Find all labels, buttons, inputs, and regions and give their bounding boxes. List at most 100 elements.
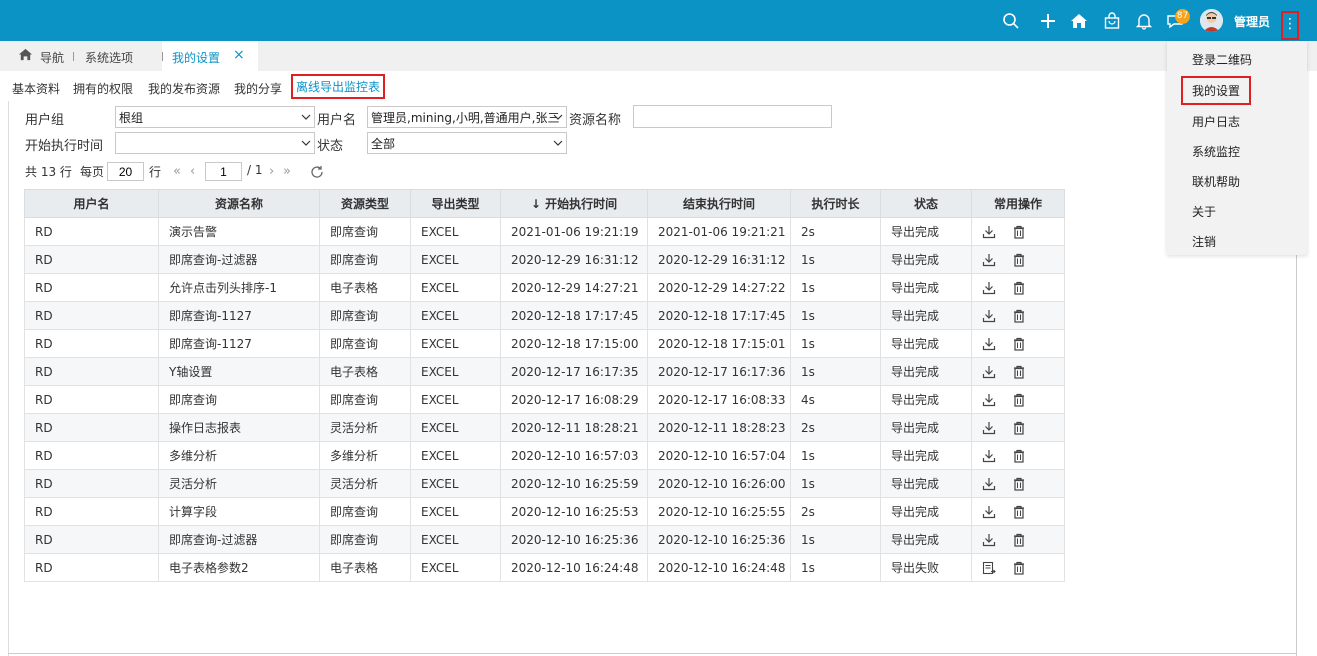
error-log-icon[interactable] <box>982 560 1012 574</box>
prev-page-icon[interactable]: ‹ <box>190 164 195 179</box>
status-select[interactable]: 全部 <box>367 132 567 154</box>
delete-icon[interactable] <box>1012 420 1042 435</box>
col-header-export-type[interactable]: 导出类型 <box>410 189 501 218</box>
next-page-icon[interactable]: › <box>269 164 274 179</box>
download-icon[interactable] <box>982 336 1012 350</box>
cell-status: 导出完成 <box>880 413 972 442</box>
tab-system-options[interactable]: 系统选项 <box>85 49 133 66</box>
delete-icon[interactable] <box>1012 224 1042 239</box>
delete-icon[interactable] <box>1012 308 1042 323</box>
col-header-start-time[interactable]: ↓ 开始执行时间 <box>500 189 648 218</box>
tab-my-settings[interactable]: 我的设置 × <box>162 41 258 72</box>
notification-badge: 87 <box>1175 9 1190 24</box>
username[interactable]: 管理员 <box>1234 13 1270 30</box>
table-row[interactable]: RD 计算字段 即席查询 EXCEL 2020-12-10 16:25:53 2020-1… <box>24 497 1065 526</box>
subtab-basic-info[interactable]: 基本资料 <box>12 80 60 97</box>
delete-icon[interactable] <box>1012 252 1042 267</box>
menu-item-qr-login[interactable]: 登录二维码 <box>1192 51 1252 68</box>
table-row[interactable]: RD 电子表格参数2 电子表格 EXCEL 2020-12-10 16:24:48 202… <box>24 553 1065 582</box>
col-header-resource-name[interactable]: 资源名称 <box>158 189 320 218</box>
col-header-end-time[interactable]: 结束执行时间 <box>647 189 791 218</box>
subtab-shares[interactable]: 我的分享 <box>234 80 282 97</box>
cell-resource-type: 即席查询 <box>319 301 411 330</box>
table-row[interactable]: RD 即席查询-1127 即席查询 EXCEL 2020-12-18 17:17:45 2… <box>24 301 1065 330</box>
refresh-icon[interactable] <box>310 165 324 182</box>
resource-input[interactable] <box>633 105 832 128</box>
bag-icon[interactable] <box>1103 12 1121 30</box>
menu-item-logout[interactable]: 注销 <box>1192 233 1216 250</box>
bell-icon[interactable] <box>1135 12 1153 30</box>
col-header-user[interactable]: 用户名 <box>24 189 159 218</box>
close-icon[interactable]: × <box>233 47 245 63</box>
cell-actions <box>971 525 1065 554</box>
menu-item-about[interactable]: 关于 <box>1192 203 1216 220</box>
table-row[interactable]: RD 多维分析 多维分析 EXCEL 2020-12-10 16:57:03 2020-1… <box>24 441 1065 470</box>
download-icon[interactable] <box>982 224 1012 238</box>
group-select[interactable]: 根组 <box>115 106 315 128</box>
first-page-icon[interactable]: « <box>173 164 181 179</box>
cell-export-type: EXCEL <box>410 329 501 358</box>
page-input[interactable] <box>205 162 242 181</box>
delete-icon[interactable] <box>1012 392 1042 407</box>
table-row[interactable]: RD 灵活分析 灵活分析 EXCEL 2020-12-10 16:25:59 2020-1… <box>24 469 1065 498</box>
menu-item-online-help[interactable]: 联机帮助 <box>1192 173 1240 190</box>
table-row[interactable]: RD 即席查询-1127 即席查询 EXCEL 2020-12-18 17:15:00 2… <box>24 329 1065 358</box>
download-icon[interactable] <box>982 364 1012 378</box>
table-row[interactable]: RD 操作日志报表 灵活分析 EXCEL 2020-12-11 18:28:21 2020… <box>24 413 1065 442</box>
download-icon[interactable] <box>982 392 1012 406</box>
table-row[interactable]: RD 允许点击列头排序-1 电子表格 EXCEL 2020-12-29 14:27:21… <box>24 273 1065 302</box>
avatar[interactable] <box>1200 9 1223 32</box>
table-row[interactable]: RD 即席查询-过滤器 即席查询 EXCEL 2020-12-29 16:31:12 20… <box>24 245 1065 274</box>
delete-icon[interactable] <box>1012 476 1042 491</box>
table-row[interactable]: RD 演示告警 即席查询 EXCEL 2021-01-06 19:21:19 2021-0… <box>24 217 1065 246</box>
plus-icon[interactable] <box>1039 12 1057 30</box>
download-icon[interactable] <box>982 532 1012 546</box>
chevron-down-icon <box>301 114 311 120</box>
search-icon[interactable] <box>1002 12 1020 30</box>
menu-item-user-log[interactable]: 用户日志 <box>1192 113 1240 130</box>
download-icon[interactable] <box>982 308 1012 322</box>
download-icon[interactable] <box>982 476 1012 490</box>
delete-icon[interactable] <box>1012 532 1042 547</box>
delete-icon[interactable] <box>1012 280 1042 295</box>
download-icon[interactable] <box>982 420 1012 434</box>
delete-icon[interactable] <box>1012 336 1042 351</box>
cell-resource-name: Y轴设置 <box>158 357 320 386</box>
col-header-resource-type[interactable]: 资源类型 <box>319 189 411 218</box>
more-icon[interactable]: ⋮ <box>1281 11 1299 40</box>
menu-item-system-monitor[interactable]: 系统监控 <box>1192 143 1240 160</box>
cell-resource-type: 电子表格 <box>319 273 411 302</box>
delete-icon[interactable] <box>1012 448 1042 463</box>
per-page-input[interactable] <box>107 162 144 181</box>
cell-end-time: 2020-12-11 18:28:23 <box>647 413 791 442</box>
download-icon[interactable] <box>982 504 1012 518</box>
nav-home-icon[interactable] <box>18 47 33 65</box>
cell-resource-name: 即席查询 <box>158 385 320 414</box>
subtab-permissions[interactable]: 拥有的权限 <box>73 80 133 97</box>
download-icon[interactable] <box>982 252 1012 266</box>
table-row[interactable]: RD 即席查询 即席查询 EXCEL 2020-12-17 16:08:29 2020-1… <box>24 385 1065 414</box>
start-time-select[interactable] <box>115 132 315 154</box>
last-page-icon[interactable]: » <box>283 164 291 179</box>
cell-end-time: 2020-12-17 16:17:36 <box>647 357 791 386</box>
start-time-label: 开始执行时间 <box>25 139 104 154</box>
user-select[interactable]: 管理员,mining,小明,普通用户,张三 <box>367 106 567 128</box>
col-header-status[interactable]: 状态 <box>880 189 972 218</box>
cell-start-time: 2020-12-18 17:17:45 <box>500 301 648 330</box>
col-header-duration[interactable]: 执行时长 <box>790 189 881 218</box>
tab-nav[interactable]: 导航 <box>40 49 64 66</box>
delete-icon[interactable] <box>1012 504 1042 519</box>
cell-actions <box>971 469 1065 498</box>
cell-resource-name: 即席查询-1127 <box>158 301 320 330</box>
subtab-published[interactable]: 我的发布资源 <box>148 80 220 97</box>
delete-icon[interactable] <box>1012 364 1042 379</box>
download-icon[interactable] <box>982 280 1012 294</box>
menu-item-my-settings[interactable]: 我的设置 <box>1181 76 1252 105</box>
cell-start-time: 2020-12-10 16:25:53 <box>500 497 648 526</box>
download-icon[interactable] <box>982 448 1012 462</box>
home-icon[interactable] <box>1070 12 1088 30</box>
delete-icon[interactable] <box>1012 560 1042 575</box>
table-row[interactable]: RD 即席查询-过滤器 即席查询 EXCEL 2020-12-10 16:25:36 20… <box>24 525 1065 554</box>
subtab-export-monitor[interactable]: 离线导出监控表 <box>291 74 386 99</box>
table-row[interactable]: RD Y轴设置 电子表格 EXCEL 2020-12-17 16:17:35 2020-1… <box>24 357 1065 386</box>
